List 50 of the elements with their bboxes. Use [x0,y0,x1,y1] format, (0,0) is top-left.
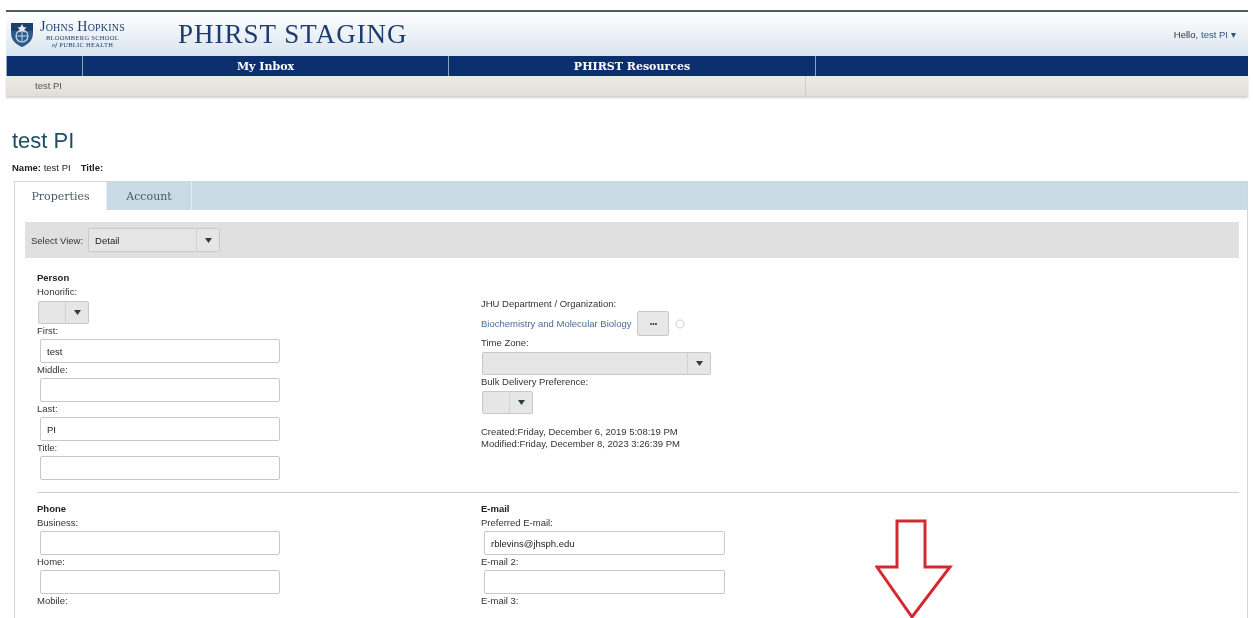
field-label: Last: [37,402,59,416]
summary-text: Name: test PI [12,162,71,173]
text-field[interactable]: test [40,339,280,363]
dropdown[interactable] [482,391,533,414]
field-label: Home: [37,555,66,569]
field-label: Select View: [31,234,84,246]
timestamp-text: Modified:Friday, December 8, 2023 3:26:39 PM [481,438,681,450]
text-field[interactable] [40,378,280,402]
dropdown[interactable] [38,301,89,324]
dropdown[interactable] [482,352,711,375]
summary-text: Title: [80,162,104,173]
text-field[interactable] [484,570,725,594]
caret-icon[interactable]: ▾ [1231,28,1236,40]
field-label: Mobile: [37,594,69,608]
section-heading: Phone [37,502,68,516]
org-name: Johns Hopkins [40,19,125,34]
tab[interactable]: Properties [15,182,107,210]
field-label: Preferred E-mail: [481,516,554,530]
field-label: E-mail 3: [481,594,520,608]
text-field[interactable] [40,456,280,480]
text-field[interactable]: PI [40,417,280,441]
greeting: Hello, [1173,28,1199,40]
view-dropdown[interactable]: Detail [88,228,221,252]
section-heading: Person [37,271,71,285]
caret-icon [204,237,212,243]
field-label: Middle: [37,363,69,377]
text-field[interactable]: rblevins@jhsph.edu [484,531,725,555]
field-label: Business: [37,516,80,530]
text-field[interactable] [40,531,280,555]
text-field[interactable] [40,570,280,594]
field-label: Honorific: [37,285,79,299]
circle-icon [675,318,686,329]
app-title: PHIRST STAGING [178,18,408,50]
page-title: test PI [12,129,76,153]
shield-logo-icon [8,20,36,48]
breadcrumb-item[interactable]: test PI [6,76,805,96]
field-label: First: [37,324,60,338]
tab[interactable]: Account [107,182,192,210]
caret-icon [73,310,81,315]
field-label: Title: [37,441,59,455]
field-label: JHU Department / Organization: [481,297,618,311]
organization-link[interactable]: Biochemistry and Molecular Biology [481,318,632,329]
field-label: Time Zone: [481,336,530,350]
user-menu[interactable]: test PI [1201,28,1228,40]
timestamp-text: Created:Friday, December 6, 2019 5:08:19 PM [481,426,679,438]
section-heading: E-mail [481,502,511,516]
field-label: Bulk Delivery Preference: [481,375,590,389]
field-label: E-mail 2: [481,555,520,569]
caret-icon [695,361,703,366]
caret-icon [517,400,525,405]
